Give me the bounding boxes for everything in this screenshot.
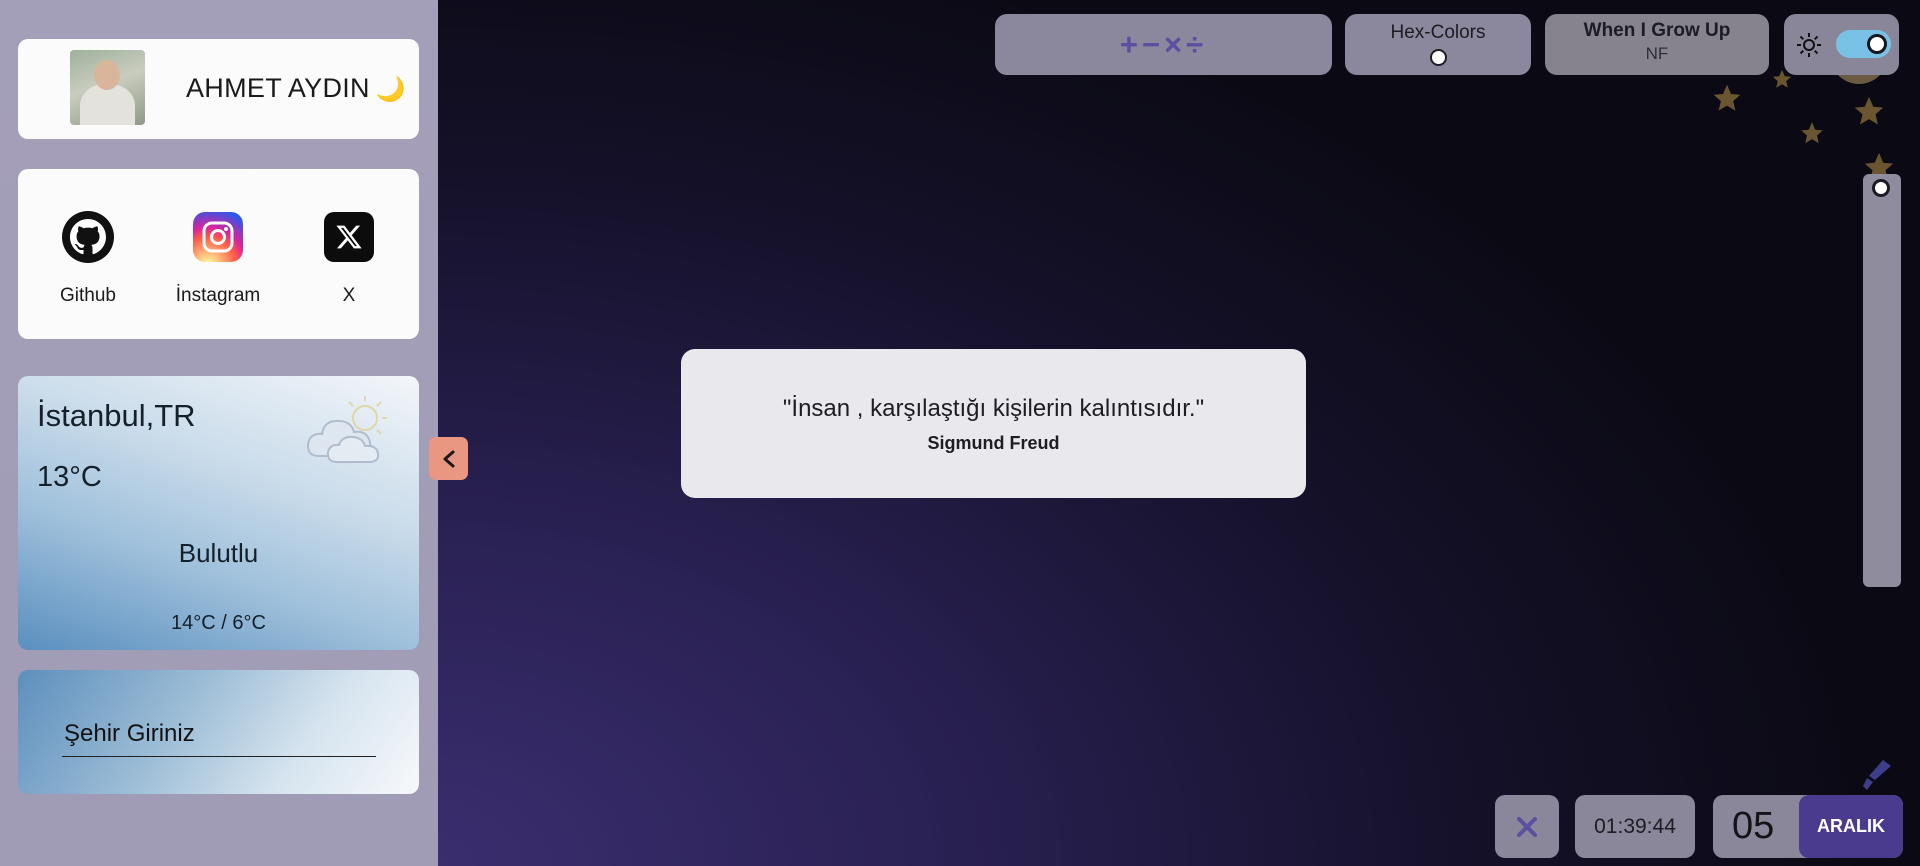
x-icon bbox=[324, 212, 374, 262]
date-month: ARALIK bbox=[1799, 795, 1903, 858]
close-icon bbox=[1517, 816, 1537, 837]
city-search-card bbox=[18, 670, 419, 794]
github-icon bbox=[62, 211, 114, 263]
theme-toggle[interactable] bbox=[1836, 30, 1891, 58]
chevron-left-icon bbox=[443, 450, 454, 467]
star-icon bbox=[1852, 94, 1886, 133]
weather-temperature: 13°C bbox=[37, 461, 102, 493]
avatar bbox=[70, 50, 145, 125]
date-display: 05 ARALIK bbox=[1713, 795, 1903, 858]
sidebar: AHMET AYDIN 🌙 Github İnstagram X İstanbu… bbox=[0, 0, 438, 866]
profile-name: AHMET AYDIN 🌙 bbox=[186, 73, 406, 104]
music-player-button[interactable]: When I Grow Up NF bbox=[1545, 14, 1769, 75]
brush-icon[interactable] bbox=[1861, 758, 1893, 797]
cloud-sun-icon bbox=[305, 390, 397, 471]
quote-text: "İnsan , karşılaştığı kişilerin kalıntıs… bbox=[782, 395, 1205, 422]
instagram-icon bbox=[193, 212, 243, 262]
hex-colors-label: Hex-Colors bbox=[1390, 22, 1486, 43]
github-label: Github bbox=[60, 285, 116, 306]
city-input[interactable] bbox=[62, 716, 376, 757]
weather-card: İstanbul,TR 13°C Bulutlu 14°C / 6°C bbox=[18, 376, 419, 650]
date-day: 05 bbox=[1732, 805, 1775, 847]
toggle-knob bbox=[1867, 34, 1887, 54]
song-title: When I Grow Up bbox=[1583, 20, 1731, 41]
sun-icon bbox=[1796, 32, 1822, 63]
quote-author: Sigmund Freud bbox=[927, 433, 1060, 453]
star-icon bbox=[1799, 120, 1825, 151]
song-artist: NF bbox=[1645, 44, 1669, 63]
moon-emoji-icon: 🌙 bbox=[375, 76, 407, 103]
profile-card: AHMET AYDIN 🌙 bbox=[18, 39, 419, 139]
weather-city: İstanbul,TR bbox=[37, 398, 196, 433]
hex-colors-button[interactable]: Hex-Colors bbox=[1345, 14, 1531, 75]
star-icon bbox=[1711, 82, 1743, 119]
social-links-card: Github İnstagram X bbox=[18, 169, 419, 339]
star-icon bbox=[1771, 68, 1793, 95]
hex-color-dot bbox=[1429, 49, 1447, 66]
profile-name-text: AHMET AYDIN bbox=[186, 73, 370, 103]
clock-display: 01:39:44 bbox=[1575, 795, 1695, 858]
instagram-label: İnstagram bbox=[175, 285, 261, 306]
github-link[interactable]: Github bbox=[33, 211, 143, 307]
close-button[interactable] bbox=[1495, 795, 1559, 858]
slider-thumb[interactable] bbox=[1872, 179, 1890, 197]
x-label: X bbox=[342, 285, 356, 306]
quote-card: "İnsan , karşılaştığı kişilerin kalıntıs… bbox=[681, 349, 1306, 498]
theme-switch[interactable] bbox=[1784, 14, 1899, 75]
weather-condition: Bulutlu bbox=[178, 538, 259, 568]
instagram-link[interactable]: İnstagram bbox=[163, 211, 273, 307]
x-link[interactable]: X bbox=[294, 211, 404, 307]
math-game-button[interactable]: +−×÷ bbox=[995, 14, 1332, 75]
vertical-slider[interactable] bbox=[1863, 174, 1901, 587]
weather-range: 14°C / 6°C bbox=[171, 612, 266, 634]
sidebar-collapse-button[interactable] bbox=[429, 437, 468, 480]
